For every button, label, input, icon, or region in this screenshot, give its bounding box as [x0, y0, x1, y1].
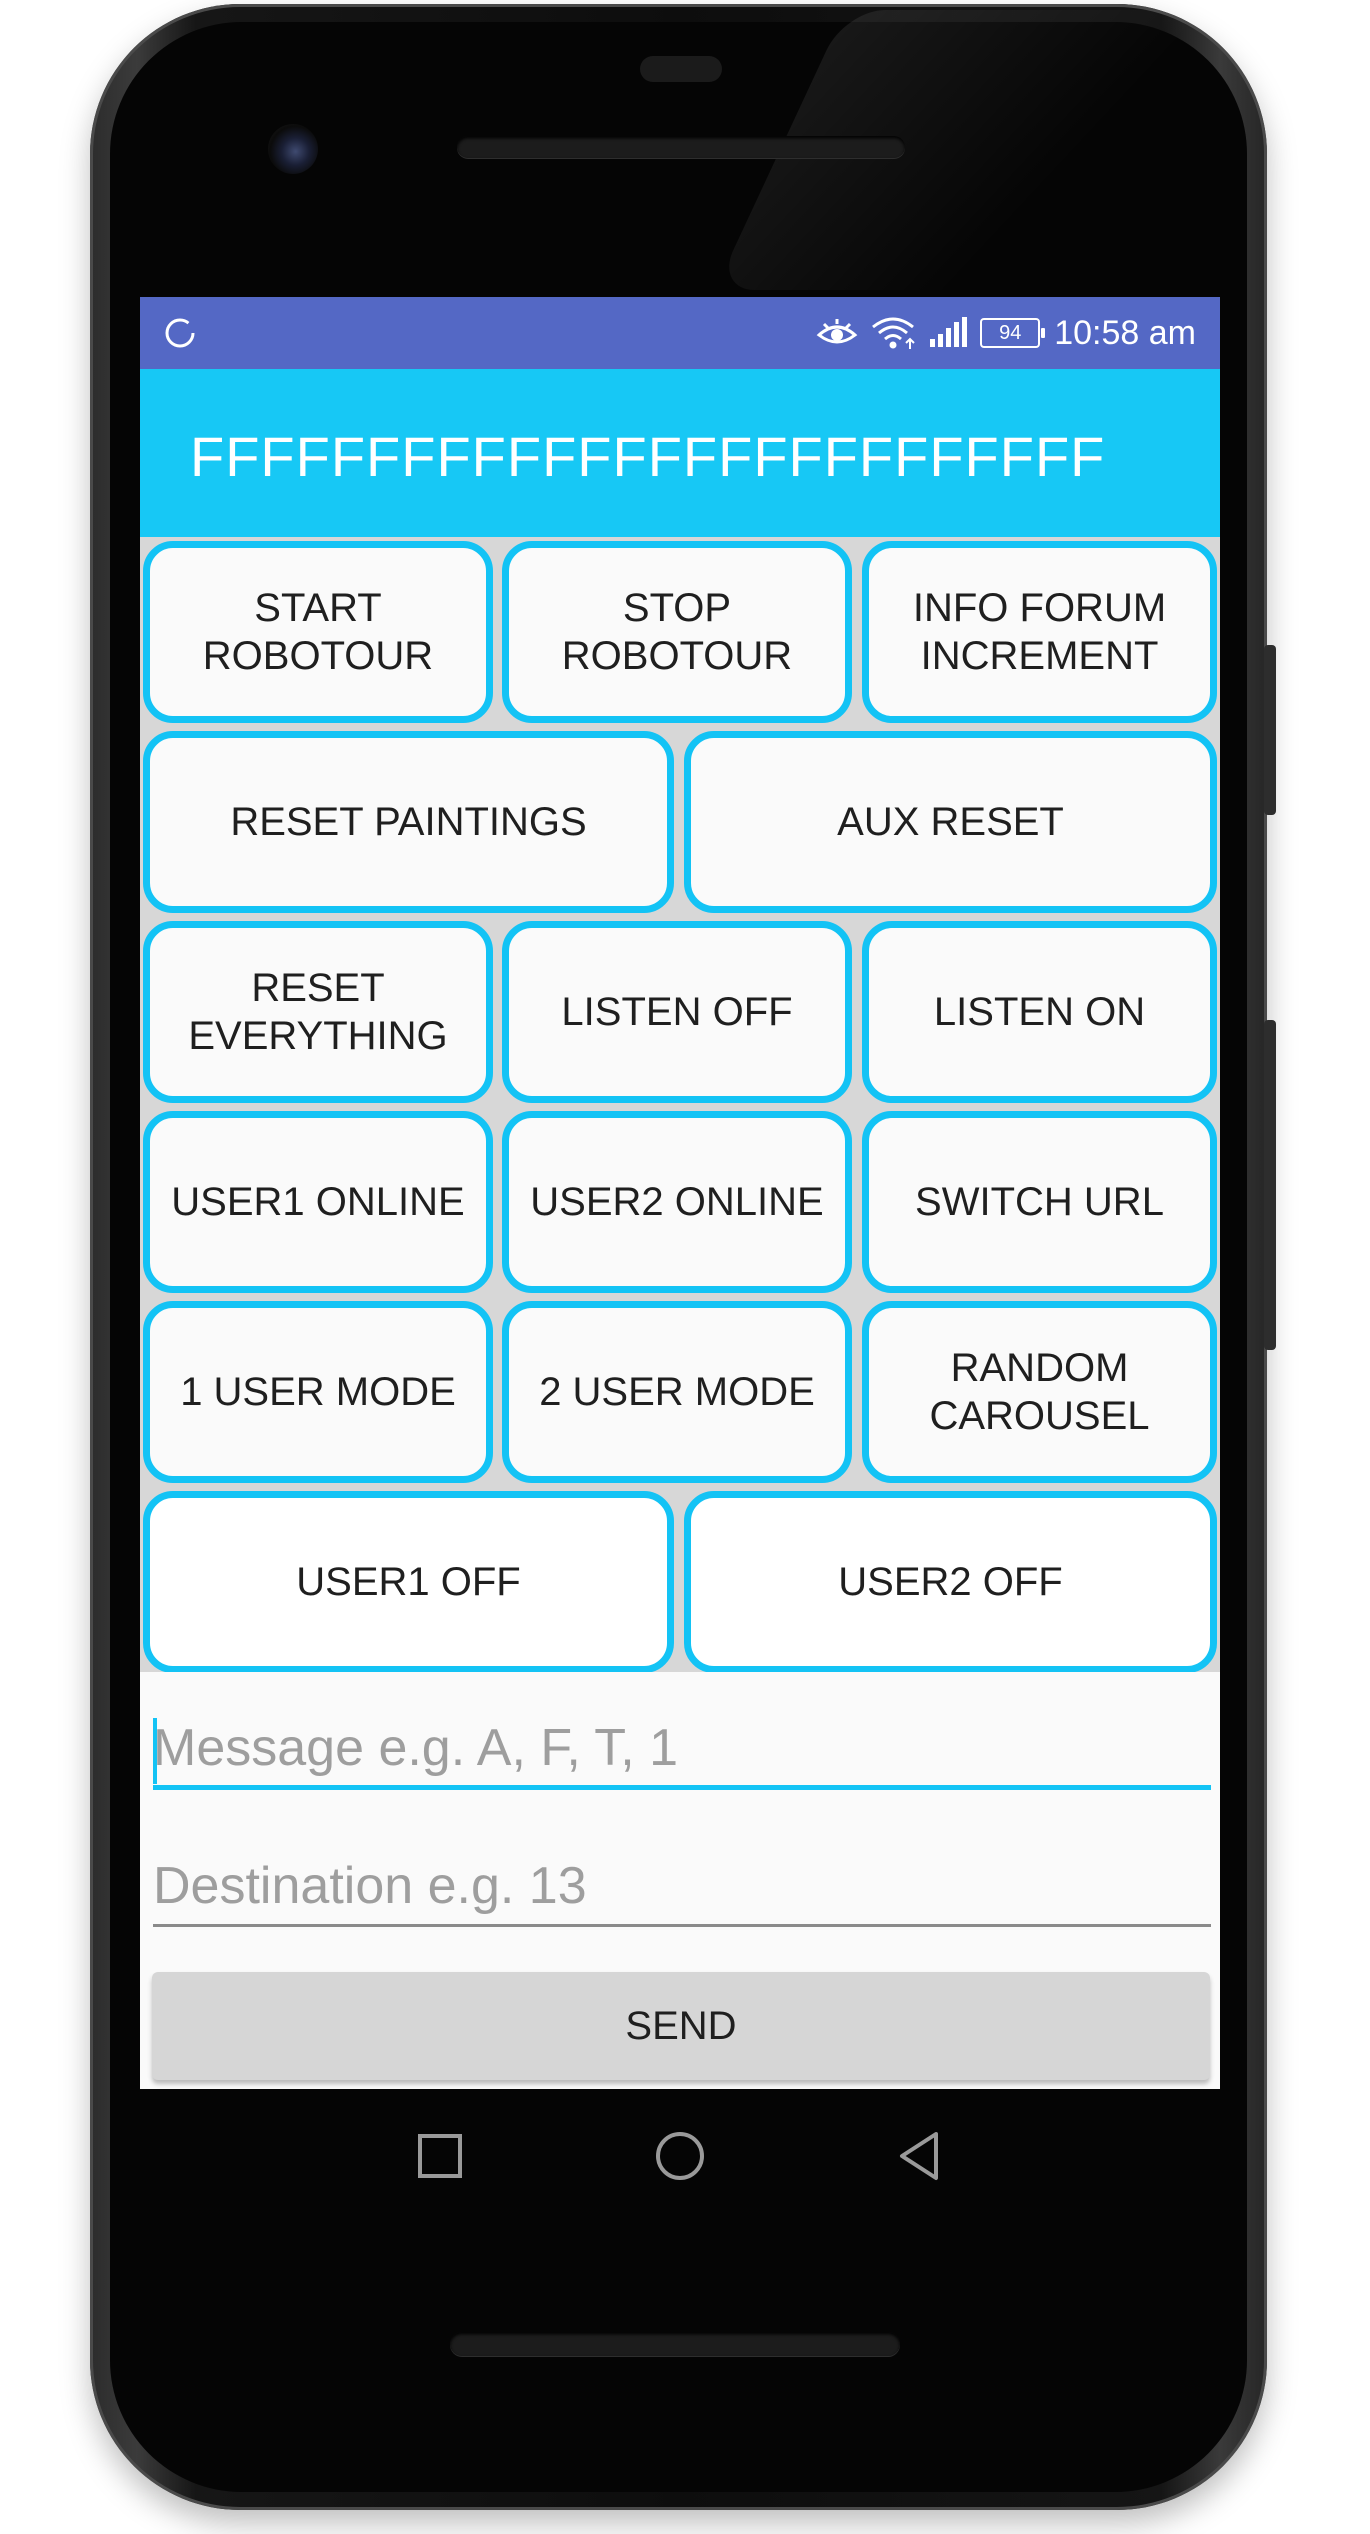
reset-paintings-button[interactable]: RESET PAINTINGS — [143, 731, 674, 913]
device-screen: 94 10:58 am FFFFFFFFFFFFFFFFFFFFFFFFFF S… — [140, 297, 1220, 2089]
sensor-slot — [640, 56, 722, 82]
aux-reset-button[interactable]: AUX RESET — [684, 731, 1217, 913]
start-robotour-button[interactable]: START ROBOTOUR — [143, 541, 493, 723]
listen-off-button[interactable]: LISTEN OFF — [502, 921, 852, 1103]
status-bar: 94 10:58 am — [140, 297, 1220, 369]
signal-icon — [930, 317, 968, 347]
status-time: 10:58 am — [1054, 313, 1196, 352]
destination-input[interactable] — [153, 1847, 1211, 1927]
eye-comfort-icon — [816, 319, 858, 344]
recents-icon[interactable] — [412, 2128, 468, 2184]
info-forum-increment-button[interactable]: INFO FORUM INCREMENT — [862, 541, 1217, 723]
send-button[interactable]: SEND — [152, 1972, 1210, 2080]
listen-on-button[interactable]: LISTEN ON — [862, 921, 1217, 1103]
app-bar: FFFFFFFFFFFFFFFFFFFFFFFFFF — [140, 369, 1220, 537]
reset-everything-button[interactable]: RESET EVERYTHING — [143, 921, 493, 1103]
user1-off-button[interactable]: USER1 OFF — [143, 1491, 674, 1673]
app-title: FFFFFFFFFFFFFFFFFFFFFFFFFF — [190, 425, 1106, 488]
button-grid: START ROBOTOUR STOP ROBOTOUR INFO FORUM … — [140, 537, 1220, 1673]
status-icons: 94 10:58 am — [816, 311, 1196, 355]
switch-url-button[interactable]: SWITCH URL — [862, 1111, 1217, 1293]
wifi-icon — [872, 317, 915, 349]
home-icon[interactable] — [652, 2128, 708, 2184]
user2-off-button[interactable]: USER2 OFF — [684, 1491, 1217, 1673]
sync-icon — [165, 318, 195, 348]
stop-robotour-button[interactable]: STOP ROBOTOUR — [502, 541, 852, 723]
one-user-mode-button[interactable]: 1 USER MODE — [143, 1301, 493, 1483]
battery-level: 94 — [999, 322, 1022, 344]
random-carousel-button[interactable]: RANDOM CAROUSEL — [862, 1301, 1217, 1483]
bottom-speaker — [450, 2332, 900, 2356]
volume-button — [1264, 1020, 1276, 1350]
two-user-mode-button[interactable]: 2 USER MODE — [502, 1301, 852, 1483]
user2-online-button[interactable]: USER2 ONLINE — [502, 1111, 852, 1293]
back-icon[interactable] — [892, 2128, 948, 2184]
earpiece-speaker — [457, 136, 905, 158]
power-button — [1264, 645, 1276, 815]
message-form: SEND — [140, 1672, 1220, 2089]
battery-icon: 94 — [980, 318, 1046, 348]
message-input[interactable] — [153, 1710, 1211, 1790]
text-cursor — [153, 1718, 157, 1784]
front-camera-icon — [268, 124, 318, 174]
user1-online-button[interactable]: USER1 ONLINE — [143, 1111, 493, 1293]
